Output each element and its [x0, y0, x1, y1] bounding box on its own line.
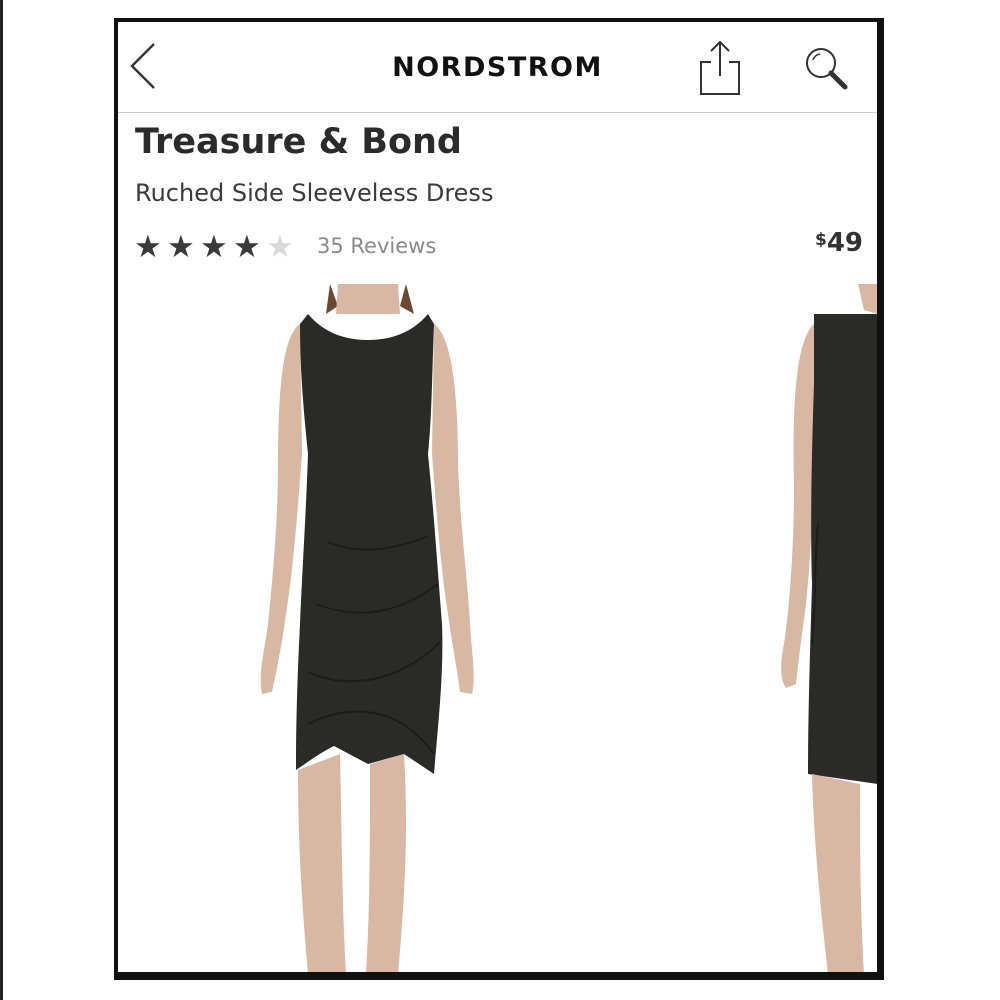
- store-logo[interactable]: NORDSTROM: [118, 52, 877, 83]
- image-carousel[interactable]: [118, 284, 877, 974]
- photo-edge: [0, 0, 3, 1000]
- star-icon-1: ★: [134, 228, 162, 264]
- model-side-photo[interactable]: [768, 284, 877, 974]
- search-button[interactable]: [802, 44, 850, 92]
- star-icon-4: ★: [233, 228, 261, 264]
- model-front-photo[interactable]: [238, 284, 498, 974]
- app-screen: NORDSTROM Treasure & Bond Ruched Side Sl…: [118, 22, 877, 972]
- product-price: $49: [815, 228, 863, 258]
- price-amount: 49: [826, 228, 863, 258]
- star-icon-5: ★: [266, 228, 294, 264]
- product-brand[interactable]: Treasure & Bond: [135, 122, 462, 162]
- top-navigation-bar: NORDSTROM: [118, 22, 877, 113]
- price-currency: $: [814, 230, 827, 250]
- share-icon: [700, 40, 740, 95]
- star-icon-2: ★: [167, 228, 195, 264]
- rating-row[interactable]: ★ ★ ★ ★ ★ 35 Reviews: [134, 228, 436, 264]
- phone-frame: NORDSTROM Treasure & Bond Ruched Side Sl…: [114, 18, 884, 980]
- search-icon: [806, 48, 848, 90]
- product-title: Ruched Side Sleeveless Dress: [135, 179, 494, 207]
- reviews-link[interactable]: 35 Reviews: [317, 234, 436, 258]
- share-button[interactable]: [698, 38, 742, 98]
- star-icon-3: ★: [200, 228, 228, 264]
